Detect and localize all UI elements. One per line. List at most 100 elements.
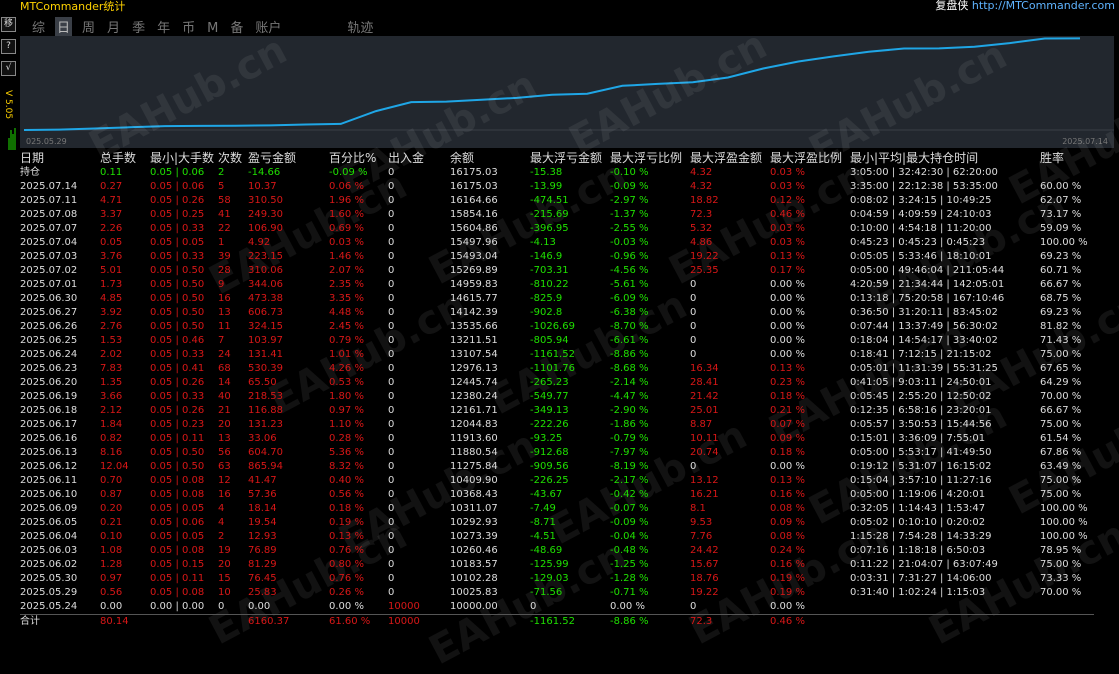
column-header[interactable]: 最大浮亏金额	[530, 151, 610, 166]
table-cell: 0.18 %	[329, 503, 364, 514]
column-header[interactable]: 日期	[20, 151, 100, 166]
column-header[interactable]: 盈亏金额	[248, 151, 329, 166]
table-row[interactable]: 2025.06.24 2.02 0.05 | 0.33 24 131.41 1.01 % 0…	[20, 348, 1094, 362]
table-cell: 63.49 %	[1040, 461, 1082, 472]
tab-6[interactable]: 币	[180, 17, 197, 36]
tab-1[interactable]: 日	[55, 17, 73, 36]
tab-3[interactable]: 月	[105, 17, 122, 36]
table-row[interactable]: 2025.06.10 0.87 0.05 | 0.08 16 57.36 0.56 % 0 1…	[20, 488, 1094, 502]
table-cell: -349.13	[530, 405, 569, 416]
table-row[interactable]: 2025.06.03 1.08 0.05 | 0.08 19 76.89 0.76 % 0 1…	[20, 544, 1094, 558]
table-row[interactable]: 2025.06.16 0.82 0.05 | 0.11 13 33.06 0.28 % 0 1…	[20, 432, 1094, 446]
table-row[interactable]: 2025.06.04 0.10 0.05 | 0.05 2 12.93 0.13 % 0 10…	[20, 530, 1094, 544]
brand-link[interactable]: http://MTCommander.com	[972, 0, 1115, 12]
table-row[interactable]: 持仓 0.11 0.05 | 0.06 2 -14.66 -0.09 % 0 16175.03…	[20, 166, 1094, 180]
column-header[interactable]: 总手数	[100, 151, 150, 166]
help-button[interactable]: ?	[1, 39, 16, 54]
column-header[interactable]: 余额	[450, 151, 530, 166]
table-cell: -4.56 %	[610, 265, 649, 276]
table-cell: 10.37	[248, 181, 277, 192]
table-cell: 0.00	[100, 601, 123, 612]
table-row[interactable]: 2025.07.02 5.01 0.05 | 0.50 28 310.06 2.07 % 0…	[20, 264, 1094, 278]
table-cell: 21	[218, 405, 231, 416]
tab-5[interactable]: 年	[155, 17, 172, 36]
table-row[interactable]: 2025.07.04 0.05 0.05 | 0.05 1 4.92 0.03 % 0 154…	[20, 236, 1094, 250]
table-cell: 2025.06.13	[20, 447, 78, 458]
column-header[interactable]: 最小|平均|最大持仓时间	[850, 151, 1040, 166]
table-cell: 0	[388, 377, 395, 388]
table-cell: -71.56	[530, 587, 563, 598]
table-row[interactable]: 2025.05.24 0.00 0.00 | 0.00 0 0.00 0.00 % 1000…	[20, 600, 1094, 615]
table-cell: 76.89	[248, 545, 277, 556]
column-header[interactable]: 出入金	[388, 151, 450, 166]
table-cell: 0.00 %	[770, 601, 805, 612]
table-cell: 106.90	[248, 223, 283, 234]
table-cell: 0.05 | 0.11	[150, 433, 205, 444]
column-header[interactable]: 最大浮盈比例	[770, 151, 850, 166]
table-cell: 0.08 %	[770, 503, 805, 514]
table-cell: 0	[388, 195, 395, 206]
tab-0[interactable]: 综	[30, 17, 47, 36]
table-cell: 0.18 %	[770, 447, 805, 458]
table-cell: 0	[690, 307, 697, 318]
table-cell: -909.56	[530, 461, 569, 472]
table-row[interactable]: 2025.05.29 0.56 0.05 | 0.08 10 25.83 0.26 % 0 1…	[20, 586, 1094, 600]
table-cell: 9.53	[690, 517, 713, 528]
table-row[interactable]: 2025.06.11 0.70 0.05 | 0.08 12 41.47 0.40 % 0 1…	[20, 474, 1094, 488]
table-cell	[850, 600, 1040, 615]
table-row[interactable]: 2025.06.17 1.84 0.05 | 0.23 20 131.23 1.10 % 0…	[20, 418, 1094, 432]
table-cell: 0.00 %	[770, 335, 805, 346]
table-cell: 18.76	[690, 573, 719, 584]
table-cell: 73.33 %	[1040, 573, 1082, 584]
table-row[interactable]: 2025.07.08 3.37 0.05 | 0.25 41 249.30 1.60 % 0…	[20, 208, 1094, 222]
move-button[interactable]: 移	[1, 17, 16, 32]
check-button[interactable]: √	[1, 61, 16, 76]
table-cell: 0	[388, 447, 395, 458]
column-header[interactable]: 百分比%	[329, 151, 388, 166]
column-header[interactable]: 最大浮亏比例	[610, 151, 690, 166]
table-row[interactable]: 2025.06.19 3.66 0.05 | 0.33 40 218.53 1.80 % 0…	[20, 390, 1094, 404]
table-cell: 0	[690, 349, 697, 360]
column-header[interactable]: 最小|大手数	[150, 151, 218, 166]
table-row[interactable]: 2025.07.07 2.26 0.05 | 0.33 22 106.90 0.69 % 0…	[20, 222, 1094, 236]
table-cell: 0	[388, 279, 395, 290]
table-row[interactable]: 2025.06.25 1.53 0.05 | 0.46 7 103.97 0.79 % 0 1…	[20, 334, 1094, 348]
table-cell: 0.11	[100, 167, 123, 178]
table-row[interactable]: 2025.07.01 1.73 0.05 | 0.50 9 344.06 2.35 % 0 1…	[20, 278, 1094, 292]
table-row[interactable]: 2025.07.11 4.71 0.05 | 0.26 58 310.50 1.96 % 0…	[20, 194, 1094, 208]
table-cell: 606.73	[248, 307, 283, 318]
table-cell: 0	[388, 545, 395, 556]
table-row[interactable]: 2025.06.05 0.21 0.05 | 0.06 4 19.54 0.19 % 0 10…	[20, 516, 1094, 530]
table-cell: 1.84	[100, 419, 123, 430]
table-cell: 12044.83	[450, 419, 498, 430]
table-row[interactable]: 2025.07.03 3.76 0.05 | 0.33 39 223.15 1.46 % 0…	[20, 250, 1094, 264]
table-row[interactable]: 2025.06.18 2.12 0.05 | 0.26 21 116.88 0.97 % 0…	[20, 404, 1094, 418]
table-row[interactable]: 2025.06.09 0.20 0.05 | 0.05 4 18.14 0.18 % 0 10…	[20, 502, 1094, 516]
table-row[interactable]: 2025.06.02 1.28 0.05 | 0.15 20 81.29 0.80 % 0 1…	[20, 558, 1094, 572]
table-row[interactable]: 2025.07.14 0.27 0.05 | 0.06 5 10.37 0.06 % 0 16…	[20, 180, 1094, 194]
table-row[interactable]: 2025.06.23 7.83 0.05 | 0.41 68 530.39 4.26 % 0…	[20, 362, 1094, 376]
tab-10[interactable]: 轨迹	[345, 17, 375, 36]
table-cell: 0.21 %	[770, 405, 805, 416]
table-cell: 59.09 %	[1040, 223, 1082, 234]
table-row[interactable]: 2025.06.27 3.92 0.05 | 0.50 13 606.73 4.48 % 0…	[20, 306, 1094, 320]
table-cell: 0:05:00 | 5:53:17 | 41:49:50	[850, 447, 992, 458]
column-header[interactable]: 胜率	[1040, 151, 1094, 166]
table-cell: 15	[218, 573, 231, 584]
tab-2[interactable]: 周	[80, 17, 97, 36]
column-header[interactable]: 最大浮盈金额	[690, 151, 770, 166]
table-row[interactable]: 2025.06.20 1.35 0.05 | 0.26 14 65.50 0.53 % 0 1…	[20, 376, 1094, 390]
table-row[interactable]: 2025.05.30 0.97 0.05 | 0.11 15 76.45 0.76 % 0 1…	[20, 572, 1094, 586]
table-cell: -0.04 %	[610, 531, 649, 542]
table-cell: 7	[218, 335, 225, 346]
table-row[interactable]: 2025.06.13 8.16 0.05 | 0.50 56 604.70 5.36 % 0…	[20, 446, 1094, 460]
table-row[interactable]: 2025.06.26 2.76 0.05 | 0.50 11 324.15 2.45 % 0…	[20, 320, 1094, 334]
column-header[interactable]: 次数	[218, 151, 248, 166]
tab-4[interactable]: 季	[130, 17, 147, 36]
table-row[interactable]: 2025.06.12 12.04 0.05 | 0.50 63 865.94 8.32 %…	[20, 460, 1094, 474]
table-row[interactable]: 2025.06.30 4.85 0.05 | 0.50 16 473.38 3.35 % 0…	[20, 292, 1094, 306]
table-cell: 1.80 %	[329, 391, 364, 402]
table-cell: 0	[388, 475, 395, 486]
tab-7[interactable]: M	[205, 21, 220, 36]
tab-8[interactable]: 备	[228, 17, 245, 36]
